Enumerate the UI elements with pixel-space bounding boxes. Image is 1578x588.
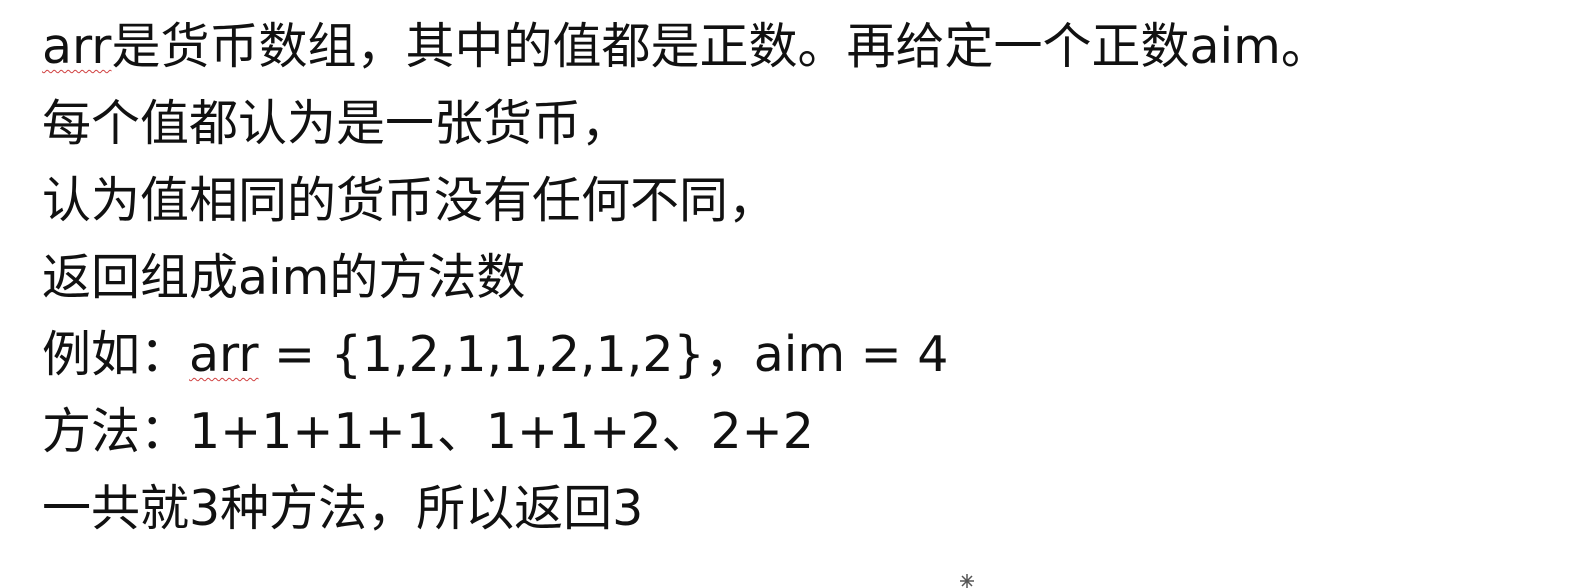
text-line-6: 方法：1+1+1+1、1+1+2、2+2	[42, 393, 1572, 470]
line-text: 返回组成aim的方法数	[42, 249, 526, 306]
text-line-5: 例如：arr = {1,2,1,1,2,1,2}，aim = 4	[42, 316, 1572, 393]
line-text: 方法：1+1+1+1、1+1+2、2+2	[42, 403, 814, 460]
line-text: 每个值都认为是一张货币，	[42, 95, 631, 152]
problem-statement: arr是货币数组，其中的值都是正数。再给定一个正数aim。 每个值都认为是一张货…	[42, 8, 1572, 547]
line-text: = {1,2,1,1,2,1,2}，aim = 4	[258, 326, 949, 383]
spellcheck-word: arr	[42, 18, 112, 75]
cursor-sparkle-icon	[960, 574, 974, 588]
text-line-2: 每个值都认为是一张货币，	[42, 85, 1572, 162]
spellcheck-word: arr	[189, 326, 259, 383]
line-text: 认为值相同的货币没有任何不同，	[42, 172, 778, 229]
text-line-3: 认为值相同的货币没有任何不同，	[42, 162, 1572, 239]
text-line-4: 返回组成aim的方法数	[42, 239, 1572, 316]
text-line-1: arr是货币数组，其中的值都是正数。再给定一个正数aim。	[42, 8, 1572, 85]
line-text: 是货币数组，其中的值都是正数。再给定一个正数aim。	[111, 18, 1330, 75]
line-text: 一共就3种方法，所以返回3	[42, 480, 644, 537]
line-prefix: 例如：	[42, 326, 190, 383]
text-line-7: 一共就3种方法，所以返回3	[42, 470, 1572, 547]
